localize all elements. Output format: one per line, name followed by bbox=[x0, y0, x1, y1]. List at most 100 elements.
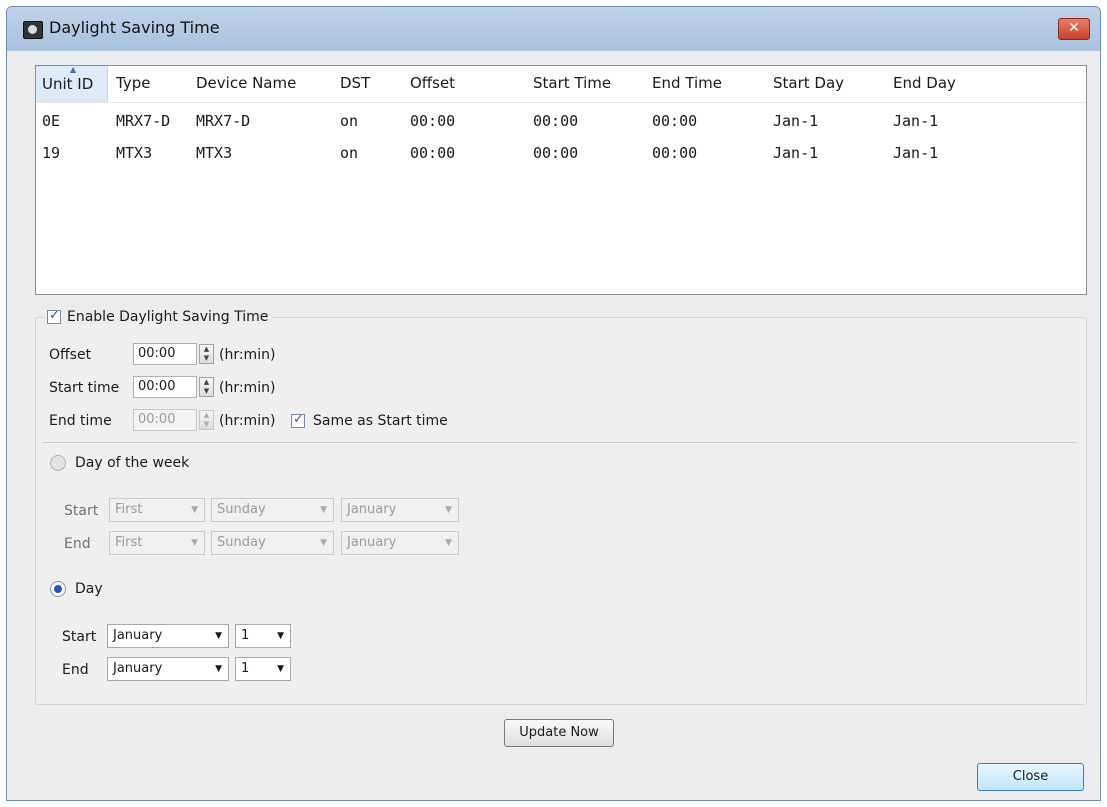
offset-spinner[interactable]: 00:00 ▲ ▼ bbox=[133, 343, 218, 365]
chevron-down-icon: ▼ bbox=[320, 505, 327, 515]
cell-end-time: 00:00 bbox=[652, 112, 698, 130]
cell-device-name: MTX3 bbox=[196, 144, 233, 162]
week-end-label: End bbox=[64, 536, 91, 552]
week-start-month-select[interactable]: January ▼ bbox=[341, 498, 459, 522]
column-header-start-day[interactable]: Start Day bbox=[773, 74, 844, 92]
same-as-start-checkbox[interactable] bbox=[291, 412, 305, 428]
cell-end-time: 00:00 bbox=[652, 144, 698, 162]
start-time-label: Start time bbox=[49, 380, 120, 396]
chevron-down-icon: ▼ bbox=[320, 538, 327, 548]
select-value: January bbox=[347, 535, 397, 550]
cell-device-name: MRX7-D bbox=[196, 112, 251, 130]
end-time-label: End time bbox=[49, 413, 112, 429]
cell-offset: 00:00 bbox=[410, 144, 456, 162]
day-radio[interactable] bbox=[50, 581, 66, 597]
day-of-week-radio[interactable] bbox=[50, 455, 66, 471]
day-end-label: End bbox=[62, 662, 89, 678]
spin-down-icon[interactable]: ▼ bbox=[204, 387, 209, 395]
day-end-month-select[interactable]: January ▼ bbox=[107, 657, 229, 681]
week-end-weekday-select[interactable]: Sunday ▼ bbox=[211, 531, 334, 555]
chevron-down-icon: ▼ bbox=[191, 538, 198, 548]
spin-up-icon[interactable]: ▲ bbox=[204, 378, 209, 386]
same-as-start-label: Same as Start time bbox=[313, 413, 448, 429]
cell-start-day: Jan-1 bbox=[773, 112, 819, 130]
column-header-end-day[interactable]: End Day bbox=[893, 74, 956, 92]
table-row[interactable]: 0E MRX7-D MRX7-D on 00:00 00:00 00:00 Ja… bbox=[36, 106, 1086, 138]
spin-down-icon[interactable]: ▼ bbox=[204, 354, 209, 362]
device-table[interactable]: ▲ Unit ID Type Device Name DST Offset St… bbox=[35, 65, 1087, 295]
table-header: ▲ Unit ID Type Device Name DST Offset St… bbox=[36, 66, 1086, 103]
select-value: January bbox=[347, 502, 397, 517]
spin-up-icon[interactable]: ▲ bbox=[204, 345, 209, 353]
chevron-down-icon: ▼ bbox=[445, 505, 452, 515]
column-header-label: Unit ID bbox=[42, 75, 94, 93]
cell-start-day: Jan-1 bbox=[773, 144, 819, 162]
chevron-down-icon: ▼ bbox=[445, 538, 452, 548]
week-end-month-select[interactable]: January ▼ bbox=[341, 531, 459, 555]
window-close-button[interactable]: ✕ bbox=[1058, 18, 1090, 40]
select-value: Sunday bbox=[217, 535, 266, 550]
app-icon bbox=[23, 21, 43, 39]
end-time-input[interactable]: 00:00 bbox=[133, 409, 197, 431]
offset-input[interactable]: 00:00 bbox=[133, 343, 197, 365]
window-title: Daylight Saving Time bbox=[49, 18, 220, 37]
chevron-down-icon: ▼ bbox=[215, 664, 222, 674]
select-value: Sunday bbox=[217, 502, 266, 517]
start-time-input[interactable]: 00:00 bbox=[133, 376, 197, 398]
cell-end-day: Jan-1 bbox=[893, 144, 939, 162]
spin-down-icon[interactable]: ▼ bbox=[204, 420, 209, 428]
cell-type: MRX7-D bbox=[116, 112, 171, 130]
select-value: First bbox=[115, 502, 143, 517]
spin-up-icon[interactable]: ▲ bbox=[204, 411, 209, 419]
enable-dst-checkbox[interactable] bbox=[47, 308, 61, 324]
start-time-spinner[interactable]: 00:00 ▲ ▼ bbox=[133, 376, 218, 398]
column-header-type[interactable]: Type bbox=[116, 74, 150, 92]
column-header-end-time[interactable]: End Time bbox=[652, 74, 722, 92]
day-start-label: Start bbox=[62, 629, 97, 645]
section-divider bbox=[43, 442, 1076, 443]
end-time-unit-label: (hr:min) bbox=[219, 413, 276, 429]
select-value: January bbox=[113, 628, 163, 643]
enable-dst-label: Enable Daylight Saving Time bbox=[67, 309, 269, 325]
day-start-day-select[interactable]: 1 ▼ bbox=[235, 624, 291, 648]
day-start-month-select[interactable]: January ▼ bbox=[107, 624, 229, 648]
cell-type: MTX3 bbox=[116, 144, 153, 162]
week-start-weekday-select[interactable]: Sunday ▼ bbox=[211, 498, 334, 522]
table-row[interactable]: 19 MTX3 MTX3 on 00:00 00:00 00:00 Jan-1 … bbox=[36, 138, 1086, 170]
close-button[interactable]: Close bbox=[977, 763, 1084, 791]
title-bar[interactable]: Daylight Saving Time ✕ bbox=[7, 7, 1100, 51]
cell-dst: on bbox=[340, 112, 359, 130]
day-end-day-select[interactable]: 1 ▼ bbox=[235, 657, 291, 681]
cell-start-time: 00:00 bbox=[533, 112, 579, 130]
end-time-spinner[interactable]: 00:00 ▲ ▼ bbox=[133, 409, 218, 431]
offset-unit-label: (hr:min) bbox=[219, 347, 276, 363]
column-header-start-time[interactable]: Start Time bbox=[533, 74, 611, 92]
update-now-button[interactable]: Update Now bbox=[504, 719, 614, 747]
column-header-device-name[interactable]: Device Name bbox=[196, 74, 296, 92]
day-label: Day bbox=[75, 581, 103, 597]
select-value: 1 bbox=[241, 661, 250, 676]
sort-ascending-icon: ▲ bbox=[70, 65, 77, 74]
column-header-offset[interactable]: Offset bbox=[410, 74, 455, 92]
start-time-spin-buttons[interactable]: ▲ ▼ bbox=[199, 377, 214, 397]
cell-unit-id: 0E bbox=[42, 112, 61, 130]
select-value: First bbox=[115, 535, 143, 550]
offset-label: Offset bbox=[49, 347, 92, 363]
end-time-spin-buttons[interactable]: ▲ ▼ bbox=[199, 410, 214, 430]
column-header-dst[interactable]: DST bbox=[340, 74, 370, 92]
dialog-content: ▲ Unit ID Type Device Name DST Offset St… bbox=[7, 51, 1100, 800]
enable-dst-checkbox-row[interactable]: Enable Daylight Saving Time bbox=[45, 308, 273, 325]
week-start-label: Start bbox=[64, 503, 99, 519]
dialog-window: Daylight Saving Time ✕ ▲ Unit ID Type De… bbox=[6, 6, 1101, 801]
chevron-down-icon: ▼ bbox=[215, 631, 222, 641]
column-header-unit-id[interactable]: ▲ Unit ID bbox=[36, 66, 108, 102]
cell-end-day: Jan-1 bbox=[893, 112, 939, 130]
chevron-down-icon: ▼ bbox=[191, 505, 198, 515]
week-end-ordinal-select[interactable]: First ▼ bbox=[109, 531, 205, 555]
cell-offset: 00:00 bbox=[410, 112, 456, 130]
cell-dst: on bbox=[340, 144, 359, 162]
offset-spin-buttons[interactable]: ▲ ▼ bbox=[199, 344, 214, 364]
chevron-down-icon: ▼ bbox=[277, 664, 284, 674]
week-start-ordinal-select[interactable]: First ▼ bbox=[109, 498, 205, 522]
start-time-unit-label: (hr:min) bbox=[219, 380, 276, 396]
